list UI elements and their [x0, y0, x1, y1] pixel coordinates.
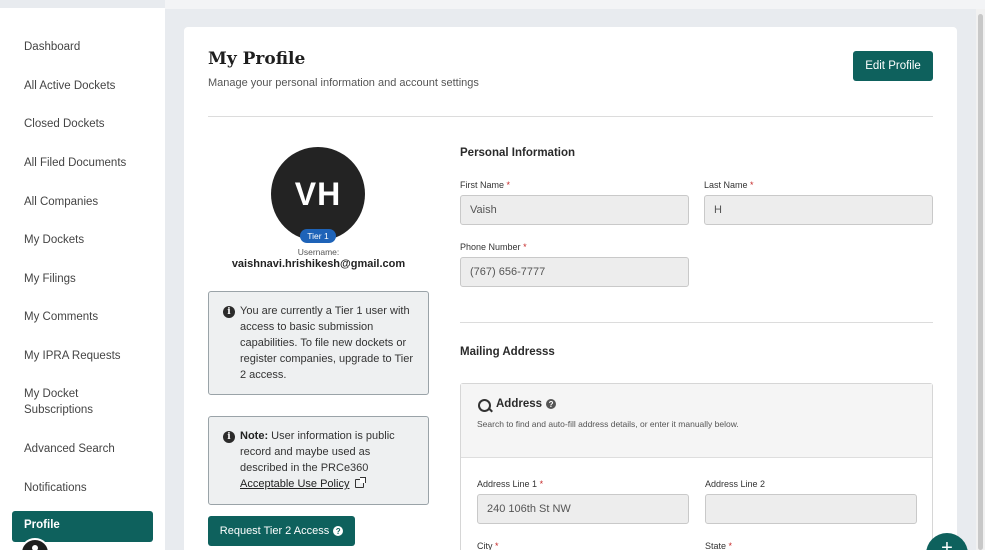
state-label: State * [705, 541, 733, 550]
question-icon: ? [333, 526, 344, 536]
page-subtitle: Manage your personal information and acc… [208, 77, 479, 89]
sidebar-item-notifications[interactable]: Notifications [24, 480, 149, 496]
sidebar-item-all-companies[interactable]: All Companies [24, 194, 149, 210]
scrollbar-thumb[interactable] [978, 14, 983, 550]
first-name-label: First Name * [460, 180, 511, 190]
sidebar-item-my-dockets[interactable]: My Dockets [24, 232, 149, 248]
help-icon[interactable]: ? [546, 399, 557, 409]
sidebar-item-my-docket-subscriptions[interactable]: My Docket Subscriptions [24, 386, 124, 418]
external-link-icon[interactable] [355, 477, 367, 488]
address-description: Search to find and auto-fill address det… [477, 419, 739, 429]
user-email: vaishnavi.hrishikesh@gmail.com [231, 258, 406, 270]
page-title: My Profile [208, 49, 306, 69]
sidebar-item-my-ipra-requests[interactable]: My IPRA Requests [24, 348, 149, 364]
sidebar-item-dashboard[interactable]: Dashboard [24, 39, 149, 55]
city-label: City * [477, 541, 499, 550]
info-icon: i [223, 431, 235, 443]
address-line1-label: Address Line 1 * [477, 479, 544, 489]
request-tier2-button[interactable]: Request Tier 2 Access ? [208, 516, 355, 546]
sidebar-item-closed-dockets[interactable]: Closed Dockets [24, 116, 149, 132]
address-panel: Address ? Search to find and auto-fill a… [460, 383, 933, 550]
sidebar: Dashboard All Active Dockets Closed Dock… [0, 8, 165, 550]
username-label: Username: [297, 247, 340, 257]
acceptable-use-policy-link[interactable]: Acceptable Use Policy [240, 478, 349, 490]
sidebar-item-all-filed-documents[interactable]: All Filed Documents [24, 155, 149, 171]
request-tier2-label: Request Tier 2 Access [219, 525, 330, 537]
phone-label: Phone Number * [460, 242, 527, 252]
avatar: VH [271, 147, 365, 241]
note-label: Note: [240, 430, 269, 442]
info-icon: i [223, 306, 235, 318]
profile-card: My Profile Manage your personal informat… [184, 27, 957, 550]
location-search-icon [478, 399, 491, 412]
note-notice: i Note: User information is public recor… [208, 416, 429, 505]
mailing-address-title: Mailing Addresss [460, 346, 555, 358]
address-line1-field[interactable]: 240 106th St NW [477, 494, 689, 524]
last-name-field[interactable]: H [704, 195, 933, 225]
tier-notice: i You are currently a Tier 1 user with a… [208, 291, 429, 395]
sidebar-item-advanced-search[interactable]: Advanced Search [24, 441, 149, 457]
tier-badge: Tier 1 [300, 229, 336, 243]
address-line2-label: Address Line 2 [705, 479, 766, 489]
tier-notice-text: You are currently a Tier 1 user with acc… [240, 305, 414, 381]
sidebar-item-all-active-dockets[interactable]: All Active Dockets [24, 78, 149, 94]
edit-profile-button[interactable]: Edit Profile [853, 51, 933, 81]
address-search-header: Address ? Search to find and auto-fill a… [461, 384, 932, 458]
note-notice-body: Note: User information is public record … [240, 428, 416, 492]
top-bar [165, 0, 985, 9]
sidebar-item-my-filings[interactable]: My Filings [24, 271, 149, 287]
last-name-label: Last Name * [704, 180, 754, 190]
address-title: Address ? [496, 398, 557, 410]
sidebar-item-label: Profile [24, 519, 60, 531]
sidebar-item-my-comments[interactable]: My Comments [24, 309, 149, 325]
section-divider [460, 322, 933, 323]
address-line2-field[interactable] [705, 494, 917, 524]
personal-info-title: Personal Information [460, 147, 576, 159]
first-name-field[interactable]: Vaish [460, 195, 689, 225]
header-divider [208, 116, 933, 117]
phone-field[interactable]: (767) 656-7777 [460, 257, 689, 287]
